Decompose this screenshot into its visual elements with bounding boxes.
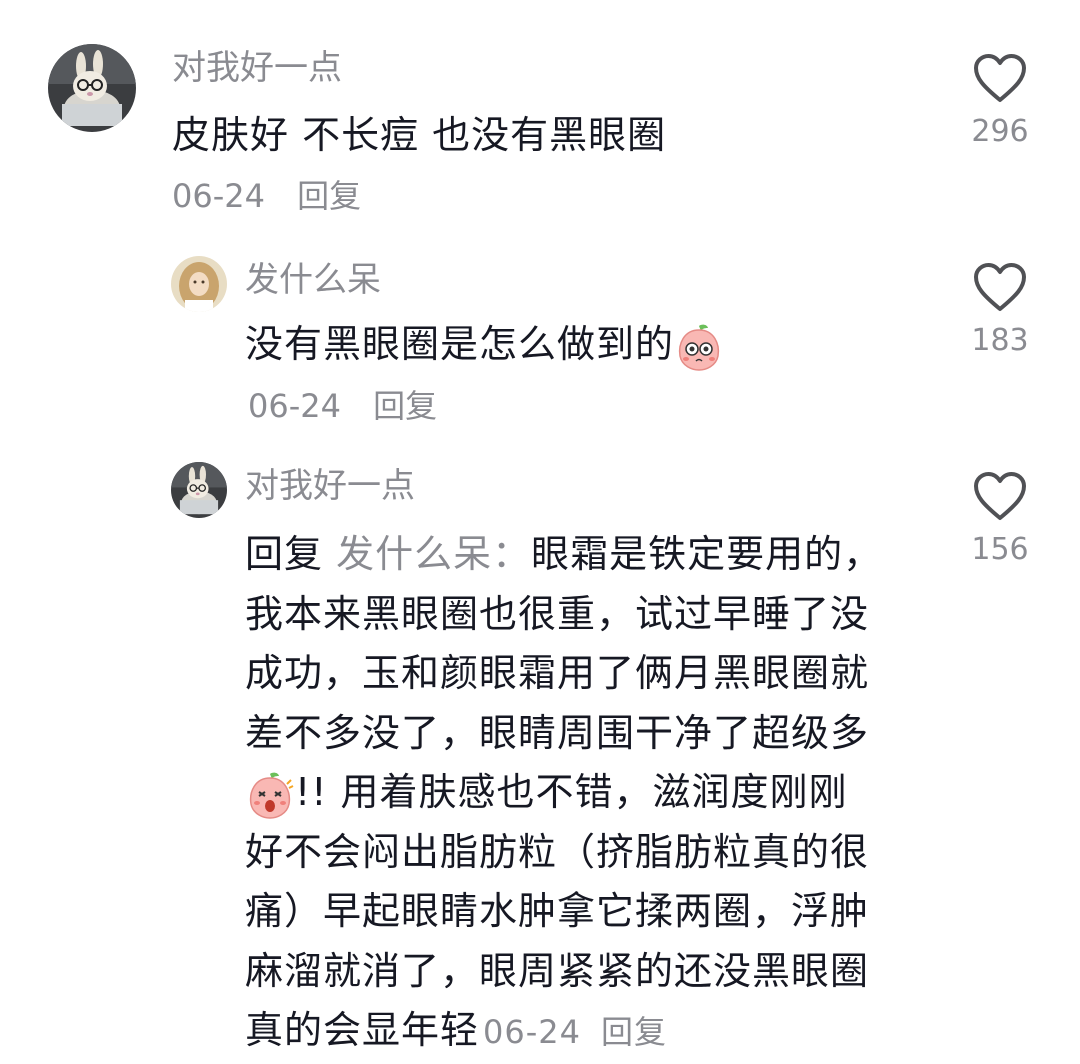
comment-text-line: 真的会显年轻 06-24 回复 bbox=[245, 1001, 882, 1061]
comment-text-line: 成功，玉和颜眼霜用了俩月黑眼圈就 bbox=[245, 651, 870, 695]
comment-meta: 06-24 回复 bbox=[172, 176, 361, 216]
comment-text-content: 真的会显年轻 bbox=[245, 1008, 480, 1052]
peach-curious-emoji-icon bbox=[678, 324, 720, 371]
like-button[interactable]: 183 bbox=[970, 263, 1030, 359]
mention-link[interactable]: 发什么呆： bbox=[336, 532, 531, 576]
reply-button[interactable]: 回复 bbox=[297, 177, 361, 215]
comment-text-line: 痛）早起眼睛水肿拿它揉两圈，浮肿 bbox=[245, 889, 870, 933]
peach-shocked-emoji-icon bbox=[249, 772, 294, 819]
like-button[interactable]: 156 bbox=[970, 472, 1030, 568]
comment-text: 没有黑眼圈是怎么做到的 bbox=[245, 315, 724, 375]
like-count: 156 bbox=[971, 532, 1029, 567]
comment-text: 皮肤好 不长痘 也没有黑眼圈 bbox=[172, 106, 666, 166]
like-button[interactable]: 296 bbox=[970, 54, 1030, 150]
comment-text-line: 没有黑眼圈是怎么做到的 bbox=[245, 315, 724, 375]
like-count: 183 bbox=[971, 323, 1029, 358]
comment-date: 06-24 bbox=[172, 177, 265, 215]
comment-text-line: 差不多没了，眼睛周围干净了超级多 bbox=[245, 710, 870, 755]
comment-username[interactable]: 对我好一点 bbox=[172, 48, 342, 88]
comment-text-line: 麻溜就消了，眼周紧紧的还没黑眼圈 bbox=[245, 948, 870, 993]
comment-text-line: 皮肤好 不长痘 也没有黑眼圈 bbox=[172, 113, 667, 157]
comment-text: 回复 发什么呆：眼霜是铁定要用的， 我本来黑眼圈也很重，试过早睡了没 成功，玉和… bbox=[245, 525, 882, 1061]
comment-text-line: !! 用着肤感也不错，滋润度刚刚 bbox=[245, 763, 882, 823]
reply-button[interactable]: 回复 bbox=[601, 1013, 667, 1051]
heart-icon bbox=[974, 54, 1026, 102]
girl-avatar-icon bbox=[171, 256, 227, 312]
user-avatar[interactable] bbox=[171, 462, 227, 518]
comment-username[interactable]: 对我好一点 bbox=[245, 466, 415, 506]
comment-username[interactable]: 发什么呆 bbox=[245, 260, 381, 300]
user-avatar[interactable] bbox=[48, 44, 136, 132]
comment-meta: 06-24 回复 bbox=[483, 1013, 667, 1051]
heart-icon bbox=[974, 263, 1026, 311]
comment-date: 06-24 bbox=[248, 387, 341, 425]
comment-meta: 06-24 回复 bbox=[248, 386, 437, 426]
reply-button[interactable]: 回复 bbox=[373, 387, 437, 425]
like-count: 296 bbox=[971, 114, 1029, 149]
reply-prefix: 回复 bbox=[245, 532, 324, 576]
user-avatar[interactable] bbox=[171, 256, 227, 312]
comment-text-content: 没有黑眼圈是怎么做到的 bbox=[245, 322, 675, 366]
comment-text-line: 好不会闷出脂肪粒（挤脂肪粒真的很 bbox=[245, 829, 870, 874]
comment-text-content: !! 用着肤感也不错，滋润度刚刚 bbox=[295, 770, 848, 814]
comment-date: 06-24 bbox=[483, 1013, 581, 1051]
comment-text-line: 回复 发什么呆：眼霜是铁定要用的， bbox=[245, 525, 882, 585]
comment-text-content: 眼霜是铁定要用的， bbox=[531, 532, 883, 576]
bunny-avatar-icon bbox=[171, 462, 227, 518]
bunny-avatar-icon bbox=[48, 44, 136, 132]
heart-icon bbox=[974, 472, 1026, 520]
comment-text-line: 我本来黑眼圈也很重，试过早睡了没 bbox=[245, 591, 870, 636]
